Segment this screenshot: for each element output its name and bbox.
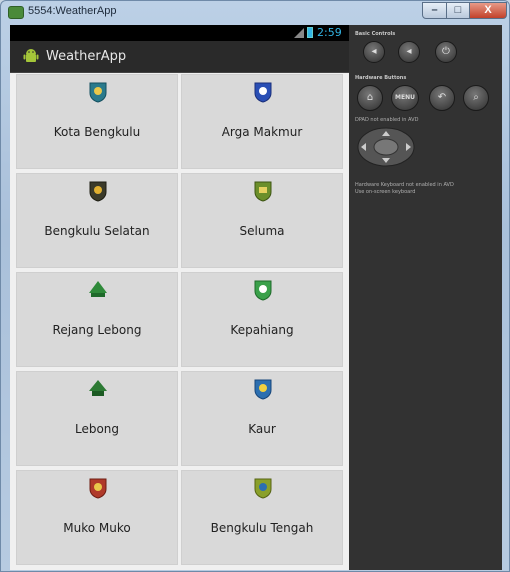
kaur-emblem-icon (254, 379, 272, 400)
dpad-note: DPAD not enabled in AVD (355, 117, 419, 123)
keyboard-note-secondary: Use on-screen keyboard (355, 189, 416, 195)
region-tile-kota-bengkulu[interactable]: Kota Bengkulu (16, 74, 178, 169)
maximize-button[interactable]: □ (446, 2, 470, 19)
region-name: Bengkulu Tengah (210, 521, 314, 535)
dpad-control[interactable] (357, 127, 415, 167)
region-tile-kaur[interactable]: Kaur (181, 371, 343, 466)
basic-controls-label: Basic Controls (355, 31, 396, 37)
region-name: Seluma (239, 224, 285, 238)
region-name: Kota Bengkulu (53, 125, 141, 139)
back-icon: ↶ (437, 92, 447, 103)
emulator-app-icon (8, 6, 24, 19)
region-tile-arga-makmur[interactable]: Arga Makmur (181, 74, 343, 169)
home-button[interactable]: ⌂ (357, 85, 383, 111)
search-icon: ⌕ (473, 92, 479, 103)
muko-muko-emblem-icon (89, 478, 107, 499)
battery-icon (307, 27, 313, 38)
device-screen: 2:59 WeatherApp Kota Bengkulu Arga Makmu… (10, 25, 349, 570)
region-tile-bengkulu-selatan[interactable]: Bengkulu Selatan (16, 173, 178, 268)
seluma-emblem-icon (254, 181, 272, 202)
home-icon: ⌂ (366, 92, 374, 103)
back-button[interactable]: ↶ (429, 85, 455, 111)
region-name: Kepahiang (230, 323, 294, 337)
menu-button[interactable]: MENU (391, 85, 419, 111)
kota-bengkulu-emblem-icon (89, 82, 107, 103)
region-tile-muko-muko[interactable]: Muko Muko (16, 470, 178, 565)
emulator-body: 2:59 WeatherApp Kota Bengkulu Arga Makmu… (10, 25, 502, 570)
region-name: Rejang Lebong (52, 323, 142, 337)
window-title: 5554:WeatherApp (28, 5, 117, 17)
status-bar: 2:59 (10, 25, 349, 41)
arga-makmur-emblem-icon (254, 82, 272, 103)
lebong-emblem-icon (89, 380, 107, 396)
hardware-buttons-label: Hardware Buttons (355, 75, 407, 81)
volume-down-button[interactable]: ◂ (363, 41, 385, 63)
search-button[interactable]: ⌕ (463, 85, 489, 111)
app-title: WeatherApp (46, 49, 127, 64)
close-icon: X (484, 4, 492, 16)
signal-icon (294, 28, 304, 38)
region-tile-lebong[interactable]: Lebong (16, 371, 178, 466)
volume-down-icon: ◂ (371, 46, 377, 57)
volume-up-button[interactable]: ◂ (398, 41, 420, 63)
kepahiang-emblem-icon (254, 280, 272, 301)
region-name: Bengkulu Selatan (44, 224, 150, 238)
bengkulu-tengah-emblem-icon (254, 478, 272, 499)
volume-up-icon: ◂ (406, 46, 412, 57)
region-tile-kepahiang[interactable]: Kepahiang (181, 272, 343, 367)
power-icon: ⏻ (442, 46, 450, 57)
region-tile-bengkulu-tengah[interactable]: Bengkulu Tengah (181, 470, 343, 565)
android-icon (23, 49, 39, 62)
status-time: 2:59 (317, 26, 342, 39)
region-tile-seluma[interactable]: Seluma (181, 173, 343, 268)
close-button[interactable]: X (469, 2, 507, 19)
minimize-icon: – (431, 4, 438, 16)
region-name: Kaur (248, 422, 276, 436)
bengkulu-selatan-emblem-icon (89, 181, 107, 202)
emulator-controls-panel: Basic Controls ◂ ◂ ⏻ Hardware Buttons ⌂ … (349, 25, 502, 570)
action-bar: WeatherApp (10, 41, 349, 73)
region-tile-rejang-lebong[interactable]: Rejang Lebong (16, 272, 178, 367)
region-grid: Kota Bengkulu Arga Makmur Bengkulu Selat… (16, 74, 343, 568)
keyboard-note: Hardware Keyboard not enabled in AVD (355, 182, 454, 188)
power-button[interactable]: ⏻ (435, 41, 457, 63)
menu-button-label: MENU (395, 94, 415, 101)
region-name: Arga Makmur (221, 125, 303, 139)
rejang-lebong-emblem-icon (89, 281, 107, 297)
window-titlebar[interactable]: 5554:WeatherApp – □ X (1, 1, 509, 23)
minimize-button[interactable]: – (422, 2, 447, 19)
emulator-window: 5554:WeatherApp – □ X 2:59 WeatherApp Ko… (0, 0, 510, 572)
maximize-icon: □ (454, 4, 462, 16)
region-name: Muko Muko (63, 521, 131, 535)
region-name: Lebong (74, 422, 120, 436)
